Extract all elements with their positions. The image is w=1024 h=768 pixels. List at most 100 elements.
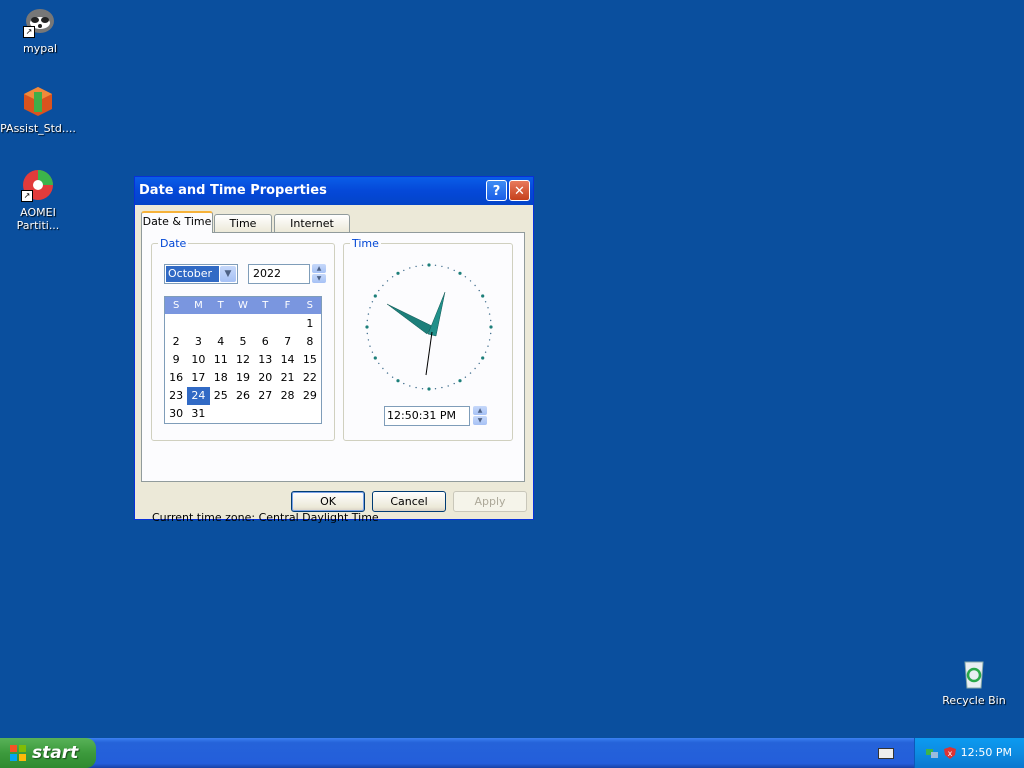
- calendar-day[interactable]: 9: [165, 351, 187, 369]
- recycle-bin-icon: [957, 656, 991, 690]
- security-shield-icon[interactable]: x: [943, 746, 957, 760]
- desktop-icon-passist[interactable]: PAssist_Std....: [0, 84, 78, 135]
- clock-hour-tick: [396, 271, 400, 275]
- calendar-day[interactable]: 3: [187, 333, 209, 351]
- spin-up-icon[interactable]: ▲: [312, 264, 326, 273]
- clock-minute-tick: [488, 339, 491, 341]
- clock-minute-tick: [367, 313, 370, 315]
- calendar-day[interactable]: 7: [276, 333, 298, 351]
- calendar-day[interactable]: 23: [165, 387, 187, 405]
- calendar-day[interactable]: 1: [299, 315, 321, 333]
- clock-minute-tick: [464, 376, 467, 378]
- calendar-empty-cell: [210, 315, 232, 333]
- calendar-day[interactable]: 13: [254, 351, 276, 369]
- year-field[interactable]: 2022: [248, 264, 310, 284]
- desktop-icon-label: AOMEI Partiti...: [16, 206, 60, 232]
- second-hand: [425, 331, 433, 376]
- network-icon[interactable]: [925, 746, 939, 760]
- clock-minute-tick: [382, 367, 384, 370]
- start-button[interactable]: start: [0, 738, 96, 768]
- chevron-down-icon[interactable]: ▼: [220, 266, 236, 282]
- clock-minute-tick: [478, 289, 480, 292]
- clock-minute-tick: [367, 339, 370, 341]
- spin-down-icon[interactable]: ▼: [312, 274, 326, 283]
- month-calendar: S M T W T F S 1 2 3 4 5 6 7 8 9 10 11 12 13 14 15 16 17 1…: [164, 296, 322, 424]
- calendar-day[interactable]: 28: [276, 387, 298, 405]
- time-spinner[interactable]: ▲ ▼: [473, 406, 487, 426]
- clock-minute-tick: [391, 276, 394, 278]
- clock-minute-tick: [409, 267, 411, 269]
- calendar-day[interactable]: 21: [276, 369, 298, 387]
- time-group-title: Time: [350, 237, 381, 250]
- calendar-day[interactable]: 31: [187, 405, 209, 423]
- clock-minute-tick: [487, 345, 489, 347]
- tab-internet-time[interactable]: Internet Time: [274, 214, 350, 248]
- calendar-day[interactable]: 18: [210, 369, 232, 387]
- calendar-day[interactable]: 8: [299, 333, 321, 351]
- calendar-day[interactable]: 16: [165, 369, 187, 387]
- clock-minute-tick: [403, 269, 405, 272]
- desktop-icon-mypal[interactable]: ↗ mypal: [0, 4, 80, 55]
- calendar-day[interactable]: 30: [165, 405, 187, 423]
- ok-button[interactable]: OK: [291, 491, 365, 512]
- dialog-titlebar[interactable]: Date and Time Properties ? ✕: [135, 177, 533, 205]
- calendar-day[interactable]: 12: [232, 351, 254, 369]
- calendar-day[interactable]: 22: [299, 369, 321, 387]
- weekday-label: T: [217, 300, 224, 311]
- clock-minute-tick: [484, 301, 487, 303]
- desktop-icon-label: Recycle Bin: [942, 694, 1006, 707]
- clock-minute-tick: [421, 264, 424, 266]
- desktop-icon-aomei[interactable]: ↗ AOMEI Partiti...: [0, 168, 78, 232]
- calendar-day[interactable]: 20: [254, 369, 276, 387]
- calendar-day[interactable]: 27: [254, 387, 276, 405]
- spin-up-icon[interactable]: ▲: [473, 406, 487, 415]
- tab-date-time[interactable]: Date & Time: [141, 211, 213, 233]
- apply-button[interactable]: Apply: [453, 491, 527, 512]
- calendar-empty-cell: [232, 315, 254, 333]
- tab-time-zone[interactable]: Time Zone: [214, 214, 272, 248]
- clock-minute-tick: [421, 388, 424, 390]
- clock-minute-tick: [487, 307, 489, 309]
- weekday-label: M: [194, 300, 203, 311]
- close-button[interactable]: ✕: [509, 180, 530, 201]
- clock-minute-tick: [378, 289, 380, 292]
- year-spinner[interactable]: ▲ ▼: [312, 264, 326, 284]
- keyboard-icon[interactable]: [878, 748, 894, 759]
- tray-clock[interactable]: 12:50 PM: [961, 738, 1012, 768]
- desktop-icon-recycle-bin[interactable]: Recycle Bin: [934, 656, 1014, 707]
- calendar-day[interactable]: 29: [299, 387, 321, 405]
- calendar-day[interactable]: 10: [187, 351, 209, 369]
- calendar-day[interactable]: 6: [254, 333, 276, 351]
- calendar-empty-cell: [165, 315, 187, 333]
- calendar-days-grid: 1 2 3 4 5 6 7 8 9 10 11 12 13 14 15 16 17 18 19 20 21 22 23 24 2…: [165, 314, 321, 423]
- analog-clock: [365, 263, 493, 391]
- calendar-day[interactable]: 17: [187, 369, 209, 387]
- clock-hour-tick: [458, 379, 462, 383]
- clock-minute-tick: [366, 319, 368, 322]
- cancel-button[interactable]: Cancel: [372, 491, 446, 512]
- calendar-day[interactable]: 11: [210, 351, 232, 369]
- calendar-day[interactable]: 14: [276, 351, 298, 369]
- time-field[interactable]: 12:50:31 PM: [384, 406, 470, 426]
- taskbar: start x 12:50 PM: [0, 738, 1024, 768]
- spin-down-icon[interactable]: ▼: [473, 416, 487, 425]
- calendar-weekday-header: S M T W T F S: [165, 297, 321, 314]
- help-button[interactable]: ?: [486, 180, 507, 201]
- calendar-day[interactable]: 25: [210, 387, 232, 405]
- clock-minute-tick: [391, 376, 394, 378]
- calendar-day[interactable]: 2: [165, 333, 187, 351]
- calendar-day[interactable]: 4: [210, 333, 232, 351]
- weekday-label: S: [306, 300, 313, 311]
- time-group: Time 12:50:31 PM ▲ ▼: [343, 237, 513, 441]
- clock-minute-tick: [484, 351, 487, 353]
- calendar-day[interactable]: 24: [187, 387, 210, 405]
- clock-minute-tick: [490, 332, 492, 335]
- clock-minute-tick: [386, 280, 389, 282]
- month-select[interactable]: October ▼: [164, 264, 238, 284]
- calendar-day[interactable]: 26: [232, 387, 254, 405]
- calendar-day[interactable]: 19: [232, 369, 254, 387]
- clock-minute-tick: [441, 386, 443, 389]
- calendar-day[interactable]: 5: [232, 333, 254, 351]
- calendar-day[interactable]: 15: [299, 351, 321, 369]
- clock-minute-tick: [434, 264, 437, 266]
